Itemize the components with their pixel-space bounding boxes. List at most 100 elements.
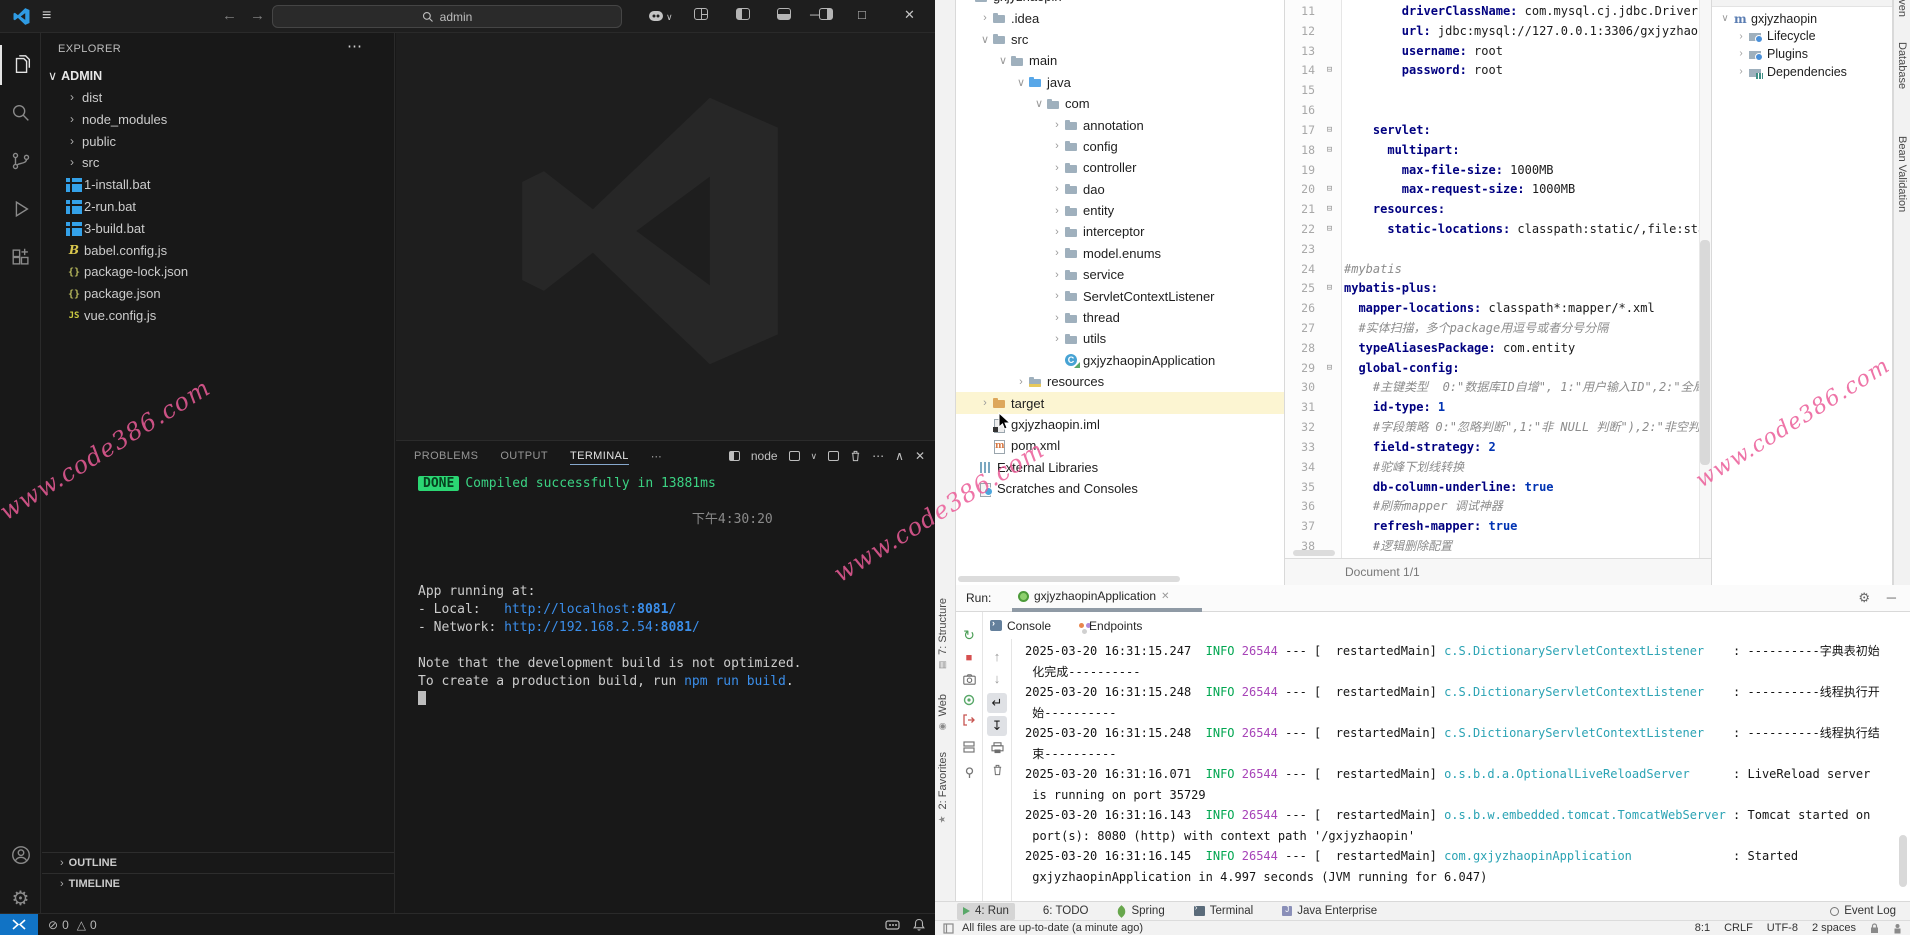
toggle-panel-icon[interactable] bbox=[777, 8, 791, 20]
file-encoding[interactable]: UTF-8 bbox=[1767, 922, 1798, 934]
close-tab-icon[interactable]: ✕ bbox=[1161, 591, 1169, 602]
toolwindow-tab-Database[interactable]: Database bbox=[1896, 42, 1908, 89]
new-terminal-chevron-icon[interactable]: ∨ bbox=[811, 451, 818, 462]
print-icon[interactable] bbox=[983, 739, 1011, 757]
project-item-interceptor[interactable]: ›interceptor bbox=[956, 221, 1284, 242]
explorer-root[interactable]: ∨ADMIN bbox=[42, 65, 394, 87]
fold-icon[interactable]: ⊟ bbox=[1315, 279, 1344, 299]
minimize-button[interactable]: ─ bbox=[810, 7, 819, 22]
project-item-thread[interactable]: ›thread bbox=[956, 307, 1284, 328]
tab-terminal[interactable]: TERMINAL bbox=[570, 450, 629, 465]
split-terminal-icon[interactable] bbox=[828, 451, 839, 461]
toolwindow-tab-2: Favorites[interactable]: ★2: Favorites bbox=[937, 752, 949, 823]
down-stacktrace-icon[interactable]: ↓ bbox=[983, 669, 1011, 687]
timeline-section[interactable]: ›TIMELINE bbox=[42, 873, 394, 893]
project-item-utils[interactable]: ›utils bbox=[956, 328, 1284, 349]
rerun-icon[interactable]: ↻ bbox=[956, 626, 982, 644]
explorer-item-dist[interactable]: ›dist bbox=[42, 87, 394, 109]
new-terminal-icon[interactable] bbox=[789, 451, 800, 461]
project-item-annotation[interactable]: ›annotation bbox=[956, 114, 1284, 135]
toolwindow-button-Spring[interactable]: Spring bbox=[1111, 903, 1170, 920]
toolwindow-button-Java Enterprise[interactable]: Java Enterprise bbox=[1276, 903, 1383, 920]
project-item-Scratches and Consoles[interactable]: Scratches and Consoles bbox=[956, 478, 1284, 499]
layout-settings-icon[interactable] bbox=[956, 738, 982, 756]
fold-icon[interactable]: ⊟ bbox=[1315, 220, 1344, 240]
console-scroll-thumb[interactable] bbox=[1899, 835, 1907, 887]
panel-tabs-more-icon[interactable]: ⋯ bbox=[651, 450, 662, 463]
maven-item-Lifecycle[interactable]: ›Lifecycle bbox=[1712, 28, 1892, 46]
hide-toolwindow-icon[interactable]: ─ bbox=[1887, 590, 1896, 605]
toolwindow-button-Terminal[interactable]: Terminal bbox=[1188, 903, 1259, 920]
toggle-sidebar-icon[interactable] bbox=[736, 8, 750, 20]
fold-icon[interactable]: ⊟ bbox=[1315, 200, 1344, 220]
explorer-icon[interactable] bbox=[0, 45, 41, 85]
project-item-main[interactable]: ∨main bbox=[956, 50, 1284, 71]
fold-icon[interactable]: ⊟ bbox=[1315, 141, 1344, 161]
highlighting-level-icon[interactable] bbox=[1893, 923, 1902, 934]
close-button[interactable]: ✕ bbox=[904, 7, 915, 23]
editor-hscroll-thumb[interactable] bbox=[1293, 550, 1335, 556]
project-item-service[interactable]: ›service bbox=[956, 264, 1284, 285]
notifications-bell-icon[interactable] bbox=[913, 918, 925, 931]
command-center-search[interactable]: admin bbox=[272, 5, 622, 28]
up-stacktrace-icon[interactable]: ↑ bbox=[983, 647, 1011, 665]
project-item-config[interactable]: ›config bbox=[956, 136, 1284, 157]
maximize-button[interactable]: □ bbox=[858, 7, 866, 22]
menu-icon[interactable]: ≡ bbox=[42, 7, 51, 25]
remote-indicator[interactable] bbox=[0, 914, 38, 935]
nav-back-icon[interactable]: ← bbox=[222, 7, 237, 24]
tab-output[interactable]: OUTPUT bbox=[500, 450, 548, 462]
tab-endpoints[interactable]: Endpoints bbox=[1079, 619, 1142, 633]
tab-problems[interactable]: PROBLEMS bbox=[414, 450, 478, 462]
pin-icon[interactable] bbox=[956, 764, 982, 782]
editor-scrollbar[interactable] bbox=[1699, 0, 1711, 558]
fold-icon[interactable]: ⊟ bbox=[1315, 359, 1344, 379]
stop-icon[interactable]: ■ bbox=[956, 649, 982, 667]
caret-position[interactable]: 8:1 bbox=[1695, 922, 1710, 934]
panel-close-icon[interactable]: ✕ bbox=[915, 449, 925, 463]
explorer-item-2-run.bat[interactable]: 2-run.bat bbox=[42, 196, 394, 218]
explorer-item-src[interactable]: ›src bbox=[42, 152, 394, 174]
settings-gear-icon[interactable]: ⚙ bbox=[0, 878, 41, 918]
run-tab[interactable]: gxjyzhaopinApplication ✕ bbox=[1018, 589, 1169, 603]
toolwindow-button-6: TODO[interactable]: 6: TODO bbox=[1032, 903, 1095, 920]
terminal-split-icon[interactable] bbox=[729, 451, 740, 461]
exit-icon[interactable] bbox=[956, 711, 982, 729]
toolwindow-tab-7: Structure[interactable]: ▤7: Structure bbox=[937, 598, 949, 669]
explorer-item-public[interactable]: ›public bbox=[42, 131, 394, 153]
project-item-target[interactable]: ›target bbox=[956, 392, 1284, 413]
nav-forward-icon[interactable]: → bbox=[250, 7, 265, 24]
project-item-gxjyzhaopin[interactable]: ∨gxjyzhaopin bbox=[956, 0, 1284, 7]
spring-restart-icon[interactable] bbox=[956, 691, 982, 709]
editor-scroll-thumb[interactable] bbox=[1700, 240, 1710, 465]
project-item-gxjyzhaopinApplication[interactable]: gxjyzhaopinApplication bbox=[956, 350, 1284, 371]
project-item-entity[interactable]: ›entity bbox=[956, 200, 1284, 221]
explorer-more-icon[interactable]: ⋯ bbox=[347, 37, 362, 55]
explorer-item-3-build.bat[interactable]: 3-build.bat bbox=[42, 218, 394, 240]
fold-icon[interactable]: ⊟ bbox=[1315, 121, 1344, 141]
extensions-icon[interactable] bbox=[0, 237, 41, 277]
project-item-.idea[interactable]: ›.idea bbox=[956, 7, 1284, 28]
explorer-item-package.json[interactable]: package.json bbox=[42, 283, 394, 305]
toolwindow-tab-Web[interactable]: ◉Web bbox=[937, 694, 949, 730]
toolwindow-button-4: Run[interactable]: 4: Run bbox=[957, 903, 1015, 920]
fold-icon[interactable]: ⊟ bbox=[1315, 180, 1344, 200]
problems-indicator[interactable]: ⊘0 △0 bbox=[48, 914, 97, 935]
explorer-item-babel.config.js[interactable]: babel.config.js bbox=[42, 240, 394, 262]
toolwindow-tab-Bean Validation[interactable]: Bean Validation bbox=[1896, 136, 1908, 212]
source-control-icon[interactable] bbox=[0, 141, 41, 181]
event-log-button[interactable]: Event Log bbox=[1830, 905, 1896, 917]
tab-console[interactable]: Console bbox=[990, 619, 1051, 633]
ports-icon[interactable] bbox=[885, 919, 900, 931]
project-item-dao[interactable]: ›dao bbox=[956, 179, 1284, 200]
scroll-to-end-icon[interactable]: ↧ bbox=[983, 716, 1011, 734]
account-icon[interactable] bbox=[0, 835, 41, 875]
explorer-item-vue.config.js[interactable]: vue.config.js bbox=[42, 305, 394, 327]
project-item-model.enums[interactable]: ›model.enums bbox=[956, 243, 1284, 264]
copilot-chevron-icon[interactable]: ∨ bbox=[666, 12, 673, 23]
project-item-ServletContextListener[interactable]: ›ServletContextListener bbox=[956, 285, 1284, 306]
snapshot-camera-icon[interactable] bbox=[956, 670, 982, 688]
terminal-output[interactable]: DONECompiled successfully in 13881ms 下午4… bbox=[418, 475, 918, 709]
project-tree-hscrollbar[interactable] bbox=[958, 576, 1180, 582]
toggle-secondary-sidebar-icon[interactable] bbox=[819, 8, 833, 20]
